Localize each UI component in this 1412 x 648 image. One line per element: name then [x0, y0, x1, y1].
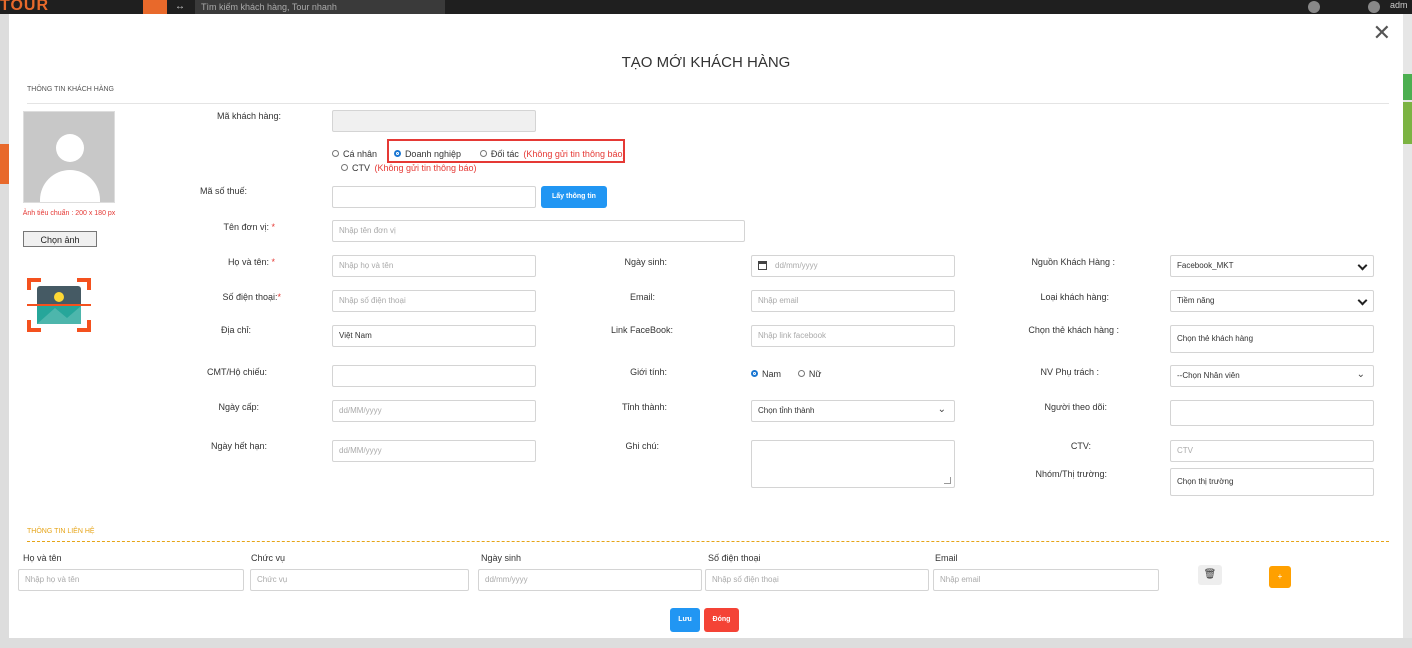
- expiry-date-field[interactable]: dd/MM/yyyy: [332, 440, 536, 462]
- id-card-field[interactable]: [332, 365, 536, 387]
- customer-type-select[interactable]: Tiềm năng: [1170, 290, 1374, 312]
- customer-type-label: Loại khách hàng:: [1040, 292, 1109, 302]
- contact-divider: [27, 541, 1389, 542]
- unit-name-label: Tên đơn vị: *: [223, 222, 275, 232]
- fetch-info-button[interactable]: Lấy thông tin: [541, 186, 607, 208]
- customer-code-field[interactable]: [332, 110, 536, 132]
- contact-email-field[interactable]: Nhập email: [933, 569, 1159, 591]
- radio-personal-label: Cá nhân: [343, 148, 378, 159]
- gender-group: Nam Nữ: [751, 365, 821, 383]
- contact-header-email: Email: [935, 553, 958, 563]
- section-customer-info-heading: THÔNG TIN KHÁCH HÀNG: [27, 86, 114, 93]
- facebook-field[interactable]: Nhập link facebook: [751, 325, 955, 347]
- expiry-date-label: Ngày hết hạn:: [210, 441, 267, 451]
- group-label: Nhóm/Thị trường:: [1035, 469, 1107, 479]
- trash-icon[interactable]: 🗑: [1198, 565, 1222, 585]
- issue-date-label: Ngày cấp:: [218, 402, 259, 412]
- user-name: adm: [1390, 0, 1408, 10]
- full-name-label: Họ và tên: *: [227, 257, 275, 267]
- ctv-note: (Không gửi tin thông báo): [374, 162, 477, 173]
- section-contact-heading: THÔNG TIN LIÊN HỆ: [27, 528, 95, 535]
- email-label: Email:: [629, 292, 655, 302]
- group-select[interactable]: Chọn thị trường: [1170, 468, 1374, 496]
- radio-female-label: Nữ: [808, 368, 822, 379]
- email-field[interactable]: Nhập email: [751, 290, 955, 312]
- issue-date-field[interactable]: dd/MM/yyyy: [332, 400, 536, 422]
- radio-ctv[interactable]: [341, 164, 348, 172]
- province-label: Tỉnh thành:: [621, 402, 667, 412]
- save-button[interactable]: Lưu: [670, 608, 700, 632]
- contact-header-position: Chức vụ: [251, 553, 286, 563]
- radio-ctv-label: CTV: [352, 162, 370, 173]
- contact-header-dob: Ngày sinh: [481, 553, 522, 563]
- radio-personal[interactable]: [332, 150, 339, 158]
- menu-toggle-button[interactable]: [143, 0, 167, 14]
- note-textarea[interactable]: [751, 440, 955, 488]
- add-contact-button[interactable]: +: [1269, 566, 1291, 588]
- notification-icon[interactable]: [1308, 1, 1320, 13]
- contact-header-name: Họ và tên: [23, 553, 62, 563]
- image-size-note: Ảnh tiêu chuẩn : 200 x 180 px: [22, 210, 116, 217]
- source-label: Nguồn Khách Hàng :: [1031, 257, 1115, 267]
- source-select[interactable]: Facebook_MKT: [1170, 255, 1374, 277]
- full-name-field[interactable]: Nhập họ và tên: [332, 255, 536, 277]
- dob-field[interactable]: dd/mm/yyyy: [751, 255, 955, 277]
- contact-header-phone: Số điện thoại: [708, 553, 761, 563]
- follower-label: Người theo dõi:: [1044, 402, 1107, 412]
- address-field[interactable]: Việt Nam: [332, 325, 536, 347]
- create-customer-modal: ✕ TẠO MỚI KHÁCH HÀNG THÔNG TIN KHÁCH HÀN…: [9, 14, 1403, 638]
- close-icon[interactable]: ✕: [1373, 22, 1391, 44]
- expand-arrows-icon[interactable]: ↔: [175, 1, 185, 12]
- customer-card-select[interactable]: Chọn thẻ khách hàng: [1170, 325, 1374, 353]
- phone-field[interactable]: Nhập số điện thoại: [332, 290, 536, 312]
- ctv-field[interactable]: CTV: [1170, 440, 1374, 462]
- contact-position-field[interactable]: Chức vụ: [250, 569, 469, 591]
- radio-female[interactable]: [797, 370, 805, 378]
- note-label: Ghi chú:: [625, 441, 659, 451]
- scan-image-icon[interactable]: [27, 276, 91, 334]
- highlight-box: [387, 139, 625, 163]
- tax-code-label: Mã số thuế:: [199, 186, 247, 196]
- radio-male-label: Nam: [762, 368, 782, 379]
- follower-field[interactable]: [1170, 400, 1374, 426]
- calendar-icon: [758, 261, 767, 271]
- staff-select[interactable]: --Chọn Nhân viên: [1170, 365, 1374, 387]
- background-footer: [0, 638, 1412, 648]
- gender-label: Giới tính:: [630, 367, 667, 377]
- section-divider: [27, 103, 1389, 104]
- customer-code-label: Mã khách hàng:: [216, 111, 281, 121]
- avatar-placeholder: [23, 111, 115, 203]
- contact-phone-field[interactable]: Nhập số điện thoại: [705, 569, 929, 591]
- province-select[interactable]: Chọn tỉnh thành: [751, 400, 955, 422]
- global-search-input[interactable]: Tìm kiếm khách hàng, Tour nhanh: [195, 0, 445, 14]
- ctv-label: CTV:: [1070, 441, 1091, 451]
- contact-dob-field[interactable]: dd/mm/yyyy: [478, 569, 702, 591]
- close-button[interactable]: Đóng: [704, 608, 739, 632]
- id-card-label: CMT/Hộ chiếu:: [206, 367, 267, 377]
- contact-name-field[interactable]: Nhập họ và tên: [18, 569, 244, 591]
- app-logo: TOUR: [0, 0, 50, 14]
- address-label: Địa chỉ:: [220, 325, 251, 335]
- modal-title: TẠO MỚI KHÁCH HÀNG: [621, 54, 791, 71]
- radio-male[interactable]: [751, 370, 758, 378]
- facebook-label: Link FaceBook:: [610, 325, 673, 335]
- background-right-panel: [1403, 14, 1412, 648]
- background-sidebar: [0, 14, 9, 648]
- phone-label: Số điện thoại:*: [222, 292, 281, 302]
- staff-label: NV Phụ trách :: [1040, 367, 1099, 377]
- app-topbar: TOUR ↔ Tìm kiếm khách hàng, Tour nhanh a…: [0, 0, 1412, 14]
- unit-name-field[interactable]: Nhập tên đơn vị: [332, 220, 745, 242]
- user-avatar[interactable]: [1368, 1, 1380, 13]
- dob-label: Ngày sinh:: [624, 257, 667, 267]
- tax-code-field[interactable]: [332, 186, 536, 208]
- customer-card-label: Chọn thẻ khách hàng :: [1028, 325, 1119, 335]
- choose-image-button[interactable]: Chọn ảnh: [23, 231, 97, 247]
